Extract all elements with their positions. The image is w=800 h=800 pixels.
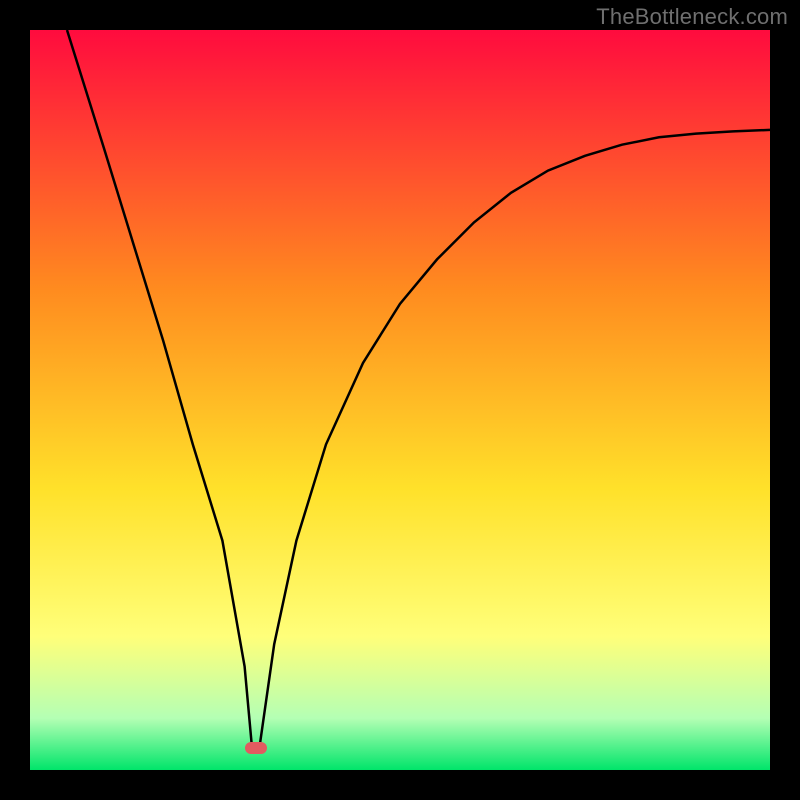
gradient-background: [30, 30, 770, 770]
plot-area: [30, 30, 770, 770]
optimal-marker-dot: [245, 742, 267, 754]
chart-frame: TheBottleneck.com: [0, 0, 800, 800]
watermark-text: TheBottleneck.com: [596, 4, 788, 30]
chart-svg: [30, 30, 770, 770]
